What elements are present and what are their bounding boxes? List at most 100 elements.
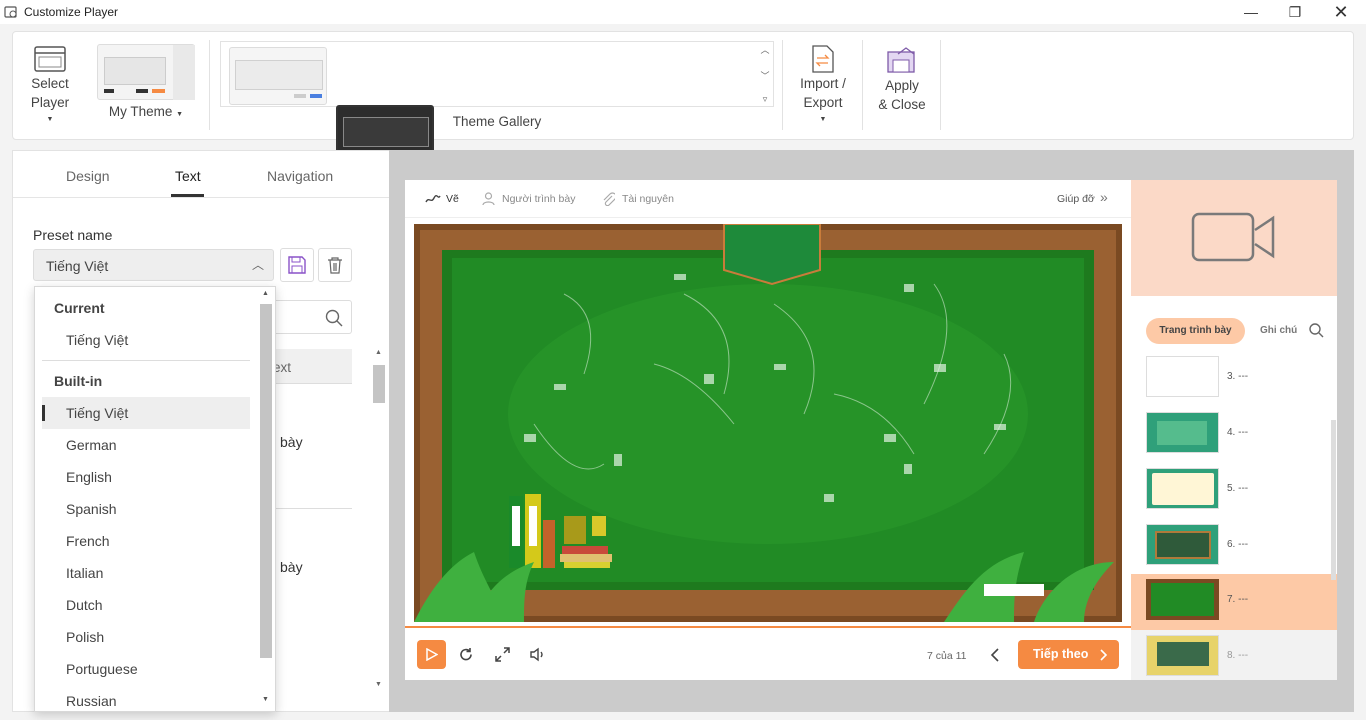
dropdown-item[interactable]: Dutch <box>66 597 103 613</box>
search-icon[interactable] <box>1309 323 1324 338</box>
next-button-label: Tiếp theo <box>1033 647 1089 661</box>
import-export-button[interactable]: Import / Export ▼ <box>792 44 854 130</box>
progress-bar[interactable] <box>405 626 1131 628</box>
slide-list-item[interactable]: 3. --- <box>1131 351 1337 407</box>
chevron-down-icon[interactable]: ﹀ <box>760 69 769 82</box>
search-icon[interactable] <box>325 309 343 327</box>
scroll-down-icon[interactable]: ▼ <box>375 681 382 688</box>
dropdown-item[interactable]: French <box>66 533 110 549</box>
slide-canvas <box>414 224 1122 622</box>
slide-thumbnail <box>1146 468 1219 509</box>
dropdown-item[interactable]: Polish <box>66 629 104 645</box>
slide-thumbnail <box>1146 579 1219 620</box>
replay-icon[interactable] <box>459 647 474 662</box>
tab-outline[interactable]: Trang trình bày <box>1146 318 1245 344</box>
dropdown-group-current: Current <box>54 300 105 316</box>
my-theme-button[interactable]: My Theme ▼ <box>97 104 195 119</box>
delete-preset-button[interactable] <box>318 248 352 282</box>
dropdown-item[interactable]: Portuguese <box>66 661 138 677</box>
row-text-fragment: bày <box>280 434 303 450</box>
chevron-up-icon[interactable]: ︿ <box>760 43 769 56</box>
scroll-up-icon[interactable]: ▲ <box>375 349 382 356</box>
dropdown-item[interactable]: Tiếng Việt <box>66 332 128 348</box>
slide-label: 6. --- <box>1227 539 1249 550</box>
chevron-left-icon[interactable] <box>990 648 1000 662</box>
presenter-label[interactable]: Người trình bày <box>502 193 575 205</box>
dropdown-arrow-icon: ▼ <box>819 116 827 123</box>
tab-design[interactable]: Design <box>66 168 110 184</box>
my-theme-label: My Theme <box>108 104 173 119</box>
apply-close-label-1: Apply <box>885 78 919 93</box>
preset-name-label: Preset name <box>33 227 113 243</box>
resources-label[interactable]: Tài nguyên <box>622 193 674 205</box>
slide-list-item[interactable]: 8. --- <box>1131 630 1337 680</box>
select-player-button[interactable]: Select Player ▼ <box>22 44 78 130</box>
slide-list-scrollbar[interactable] <box>1331 420 1336 580</box>
apply-close-button[interactable]: Apply & Close <box>872 44 932 115</box>
dropdown-arrow-icon: ▼ <box>176 111 184 118</box>
theme-thumb-light[interactable] <box>229 47 327 105</box>
import-export-label-1: Import / <box>800 76 846 91</box>
draw-label[interactable]: Vẽ <box>446 193 459 205</box>
draw-icon[interactable] <box>425 192 441 206</box>
close-button[interactable]: ✕ <box>1326 2 1356 22</box>
preset-dropdown <box>34 286 276 712</box>
video-camera-icon <box>1191 212 1275 262</box>
slide-label: 4. --- <box>1227 427 1249 438</box>
select-player-label-1: Select <box>31 76 69 91</box>
apply-close-icon <box>887 47 915 73</box>
double-chevron-right-icon[interactable]: » <box>1100 189 1108 205</box>
app-icon <box>4 6 17 18</box>
tab-text[interactable]: Text <box>175 168 201 184</box>
dropdown-item[interactable]: English <box>66 469 112 485</box>
slide-list-item[interactable]: 5. --- <box>1131 463 1337 519</box>
scroll-thumb[interactable] <box>373 365 385 403</box>
dropdown-scrollbar[interactable]: ▲ ▼ <box>258 288 274 710</box>
dropdown-item[interactable]: Spanish <box>66 501 117 517</box>
table-header-fragment: ext <box>270 349 352 384</box>
trash-icon <box>328 257 342 274</box>
tab-notes[interactable]: Ghi chú <box>1260 325 1297 336</box>
presenter-video-area <box>1131 180 1337 296</box>
slide-list-item[interactable]: 6. --- <box>1131 519 1337 575</box>
scroll-down-icon[interactable]: ▼ <box>262 696 269 703</box>
attachment-icon[interactable] <box>602 192 615 206</box>
slide-list-item[interactable]: 4. --- <box>1131 407 1337 463</box>
panel-scrollbar[interactable]: ▲ ▼ <box>372 349 386 693</box>
title-bar <box>0 0 1366 24</box>
chevron-right-icon <box>1100 649 1108 661</box>
gallery-expand-icon[interactable]: ▿ <box>763 94 768 105</box>
restore-button[interactable]: ❐ <box>1280 2 1310 22</box>
help-label[interactable]: Giúp đỡ <box>1057 193 1095 205</box>
dropdown-divider <box>42 360 250 361</box>
dropdown-item[interactable]: German <box>66 437 117 453</box>
save-preset-button[interactable] <box>280 248 314 282</box>
next-button[interactable]: Tiếp theo <box>1018 640 1119 669</box>
gallery-scroll[interactable]: ︿ ﹀ ▿ <box>758 43 772 105</box>
tab-navigation[interactable]: Navigation <box>267 168 333 184</box>
my-theme-thumbnail[interactable] <box>97 44 195 100</box>
scroll-up-icon[interactable]: ▲ <box>262 290 269 297</box>
preset-select-value: Tiếng Việt <box>46 258 109 274</box>
theme-gallery-label: Theme Gallery <box>452 114 542 129</box>
dropdown-item[interactable]: Italian <box>66 565 103 581</box>
ribbon-separator <box>940 40 941 130</box>
minimize-button[interactable]: — <box>1236 2 1266 22</box>
dropdown-arrow-icon: ▼ <box>46 116 54 123</box>
play-button[interactable] <box>417 640 446 669</box>
presenter-icon[interactable] <box>482 192 495 206</box>
scroll-thumb[interactable] <box>260 304 272 658</box>
toolbar-divider <box>405 217 1131 218</box>
play-icon <box>425 648 438 661</box>
search-field-fragment[interactable] <box>270 300 352 334</box>
preset-select[interactable]: Tiếng Việt ︿ <box>33 249 274 281</box>
import-export-icon <box>812 45 834 73</box>
dropdown-item[interactable]: Russian <box>66 693 117 709</box>
slide-thumbnail <box>1146 635 1219 676</box>
dropdown-item[interactable]: Tiếng Việt <box>66 405 128 421</box>
fullscreen-icon[interactable] <box>495 647 510 662</box>
slide-list-item-current[interactable]: 7. --- <box>1131 574 1337 630</box>
slide-thumbnail <box>1146 524 1219 565</box>
slide-label: 3. --- <box>1227 371 1249 382</box>
volume-icon[interactable] <box>530 647 546 662</box>
